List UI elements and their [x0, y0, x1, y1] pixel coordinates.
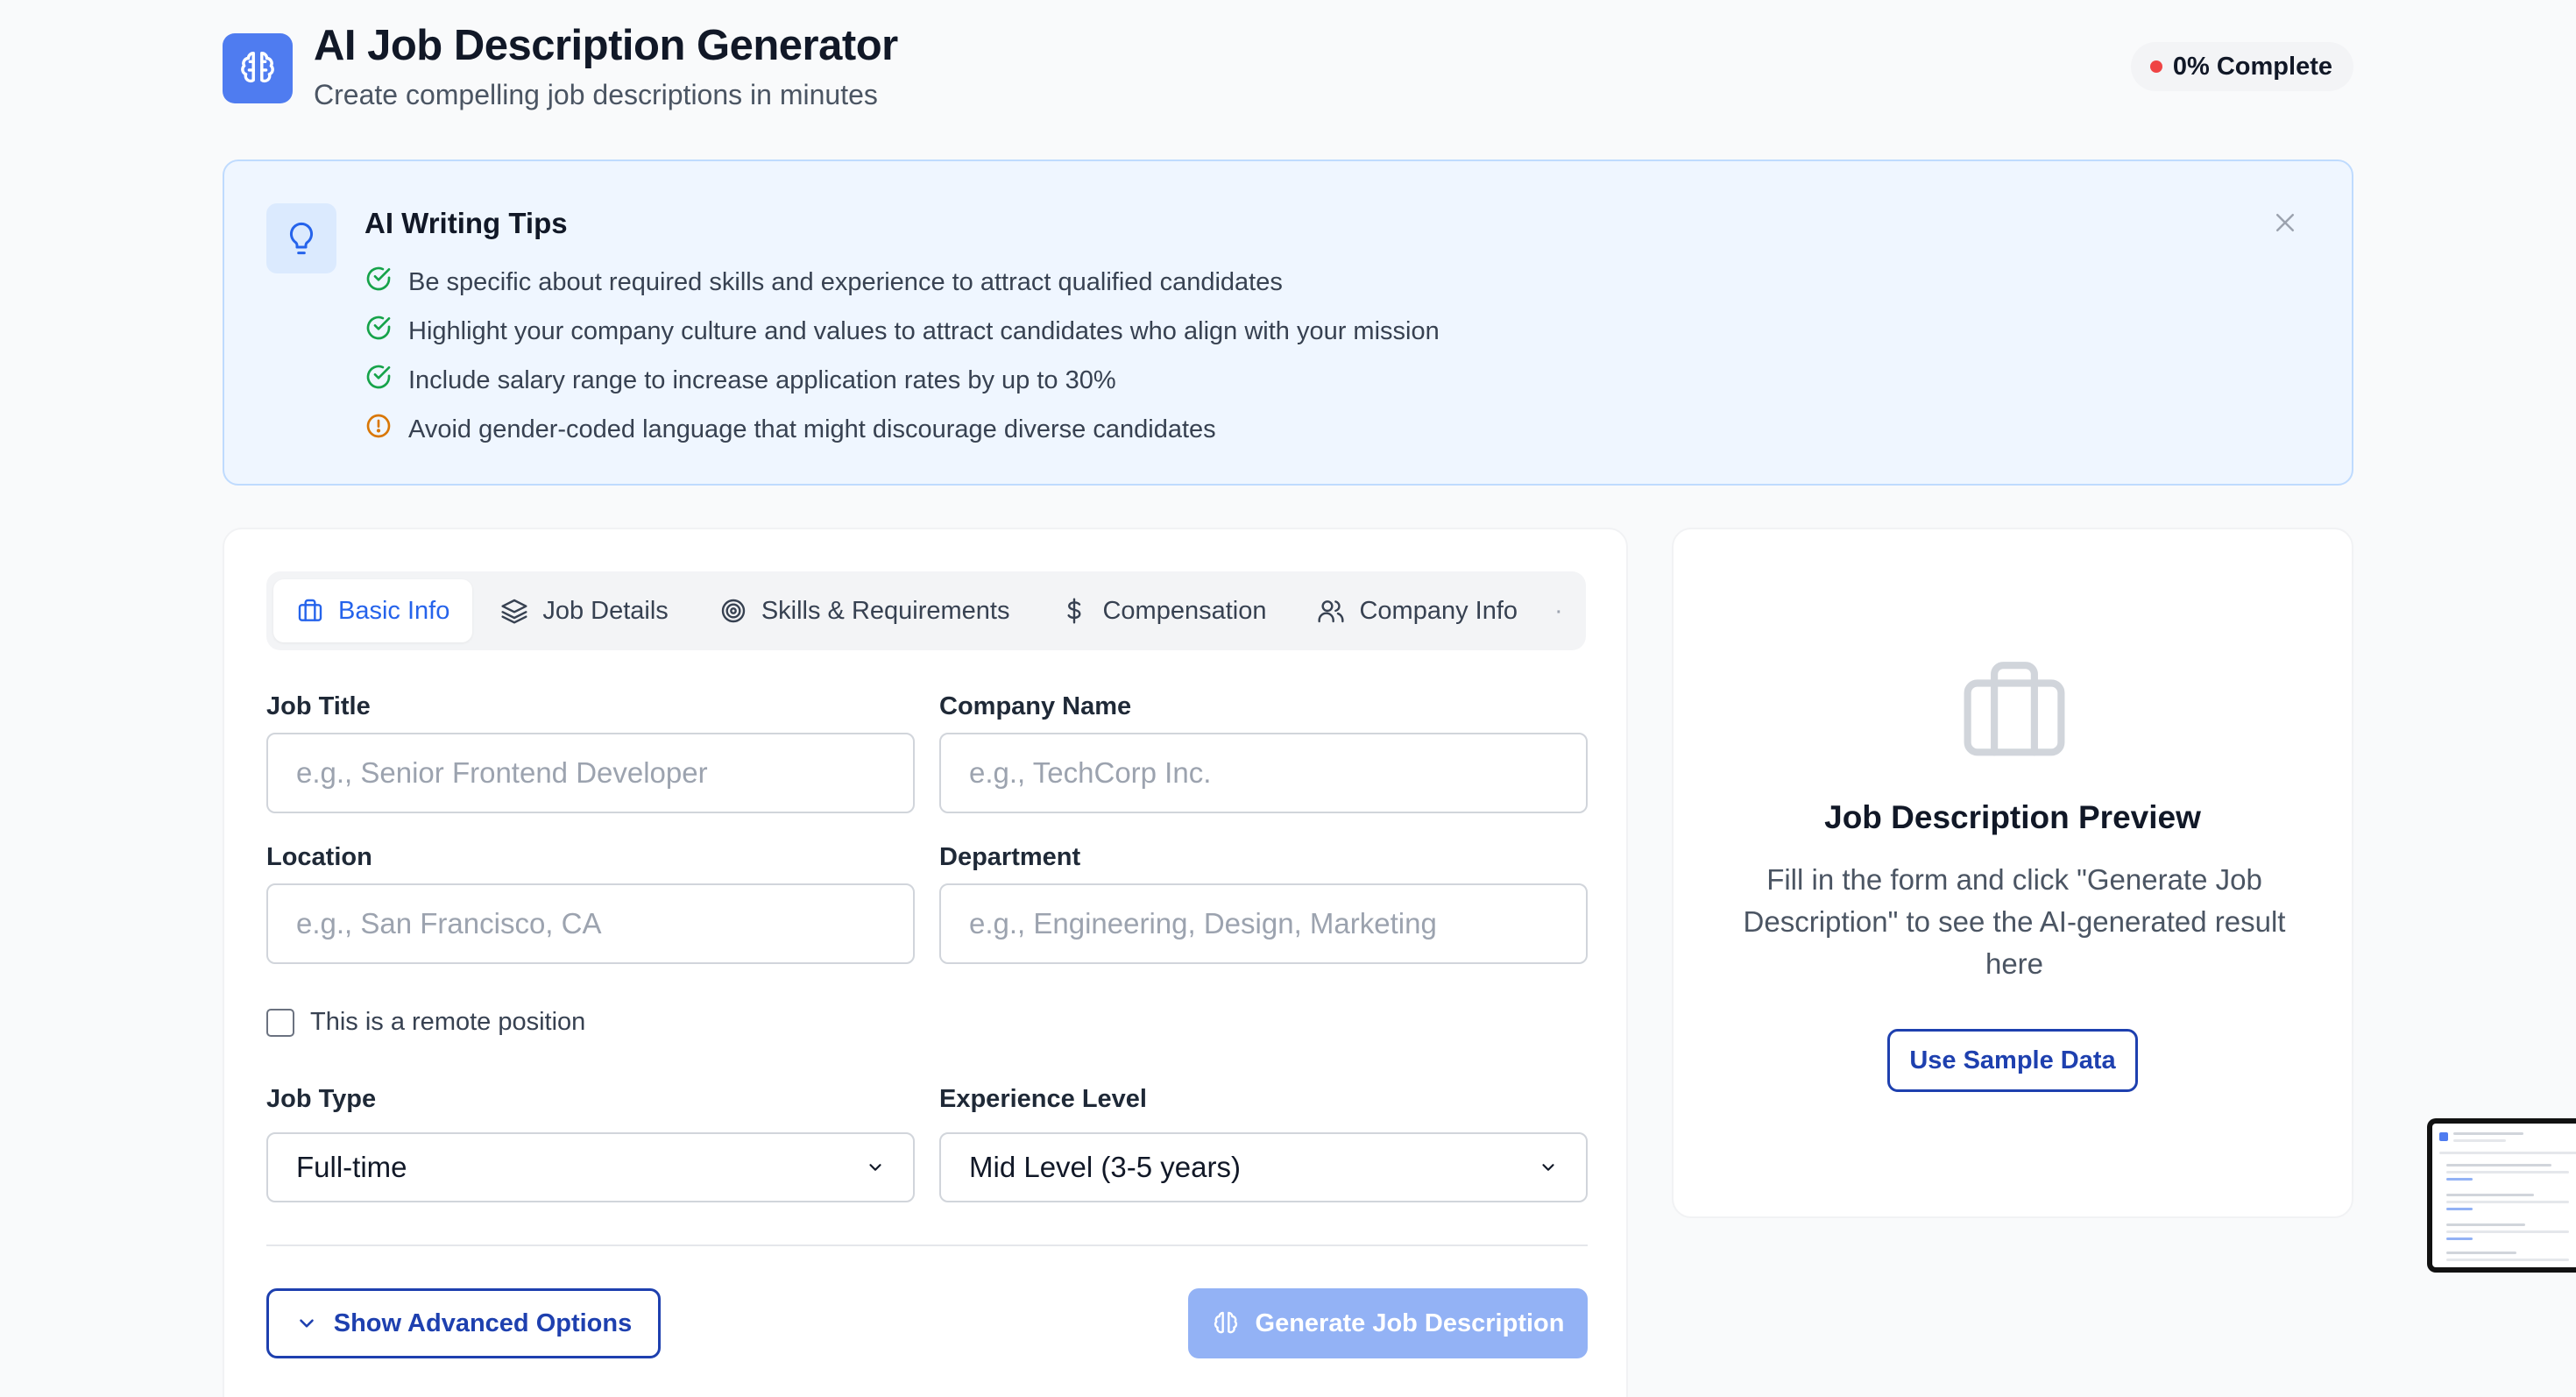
show-advanced-options-button[interactable]: Show Advanced Options: [266, 1288, 661, 1358]
tip-text: Highlight your company culture and value…: [408, 316, 1440, 345]
tab-compensation[interactable]: Compensation: [1037, 579, 1289, 642]
location-label: Location: [266, 843, 372, 871]
dollar-icon: [1067, 598, 1081, 624]
tip-text: Avoid gender-coded language that might d…: [408, 415, 1216, 443]
header: AI Job Description Generator Create comp…: [223, 21, 2353, 119]
tips-title: AI Writing Tips: [364, 207, 568, 239]
preview-description: Fill in the form and click "Generate Job…: [1743, 863, 2286, 980]
form-tabs: Basic Info Job Details Skills & Requirem…: [266, 571, 1586, 650]
job-type-select[interactable]: Full-time: [266, 1132, 915, 1202]
remote-checkbox-row: This is a remote position: [266, 1008, 585, 1037]
tab-label: Job Details: [542, 596, 669, 625]
tab-label: Skills & Requirements: [761, 596, 1010, 625]
lightbulb-icon: [266, 203, 336, 273]
generate-button-label: Generate Job Description: [1255, 1308, 1565, 1337]
check-circle-icon: [364, 314, 393, 349]
status-dot: [2149, 60, 2162, 73]
tip-item: Highlight your company culture and value…: [364, 307, 1440, 356]
tab-basic-info[interactable]: Basic Info: [273, 579, 473, 642]
progress-label: 0% Complete: [2172, 52, 2332, 81]
screenshot-thumbnail[interactable]: [2427, 1118, 2576, 1273]
experience-level-select[interactable]: Mid Level (3-5 years): [939, 1132, 1588, 1202]
thumbnail-preview: [2432, 1124, 2576, 1267]
location-input[interactable]: [266, 883, 915, 964]
preview-title: Job Description Preview: [1824, 799, 2201, 835]
remote-checkbox[interactable]: [266, 1008, 294, 1037]
chevron-down-icon: [299, 1319, 314, 1328]
app-title: AI Job Description Generator: [314, 22, 898, 69]
tips-list: Be specific about required skills and ex…: [364, 258, 1440, 454]
tip-text: Be specific about required skills and ex…: [408, 267, 1283, 296]
remote-checkbox-label: This is a remote position: [310, 1008, 586, 1036]
tab-job-details[interactable]: Job Details: [478, 579, 690, 642]
briefcase-icon: [1961, 661, 2068, 763]
tip-item: Include salary range to increase applica…: [364, 356, 1440, 405]
experience-level-value: Mid Level (3-5 years): [969, 1151, 1241, 1183]
tab-label: Company Info: [1359, 596, 1518, 625]
brain-icon: [1214, 1311, 1237, 1334]
tab-skills-requirements[interactable]: Skills & Requirements: [697, 579, 1033, 642]
company-name-label: Company Name: [939, 692, 1132, 720]
job-form-card: Basic Info Job Details Skills & Requirem…: [223, 528, 1628, 1397]
department-label: Department: [939, 843, 1081, 871]
check-circle-icon: [364, 363, 393, 398]
alert-circle-icon: [364, 412, 393, 447]
briefcase-icon: [298, 599, 322, 621]
use-sample-data-button[interactable]: Use Sample Data: [1887, 1029, 2138, 1092]
tab-company-info[interactable]: Company Info: [1294, 579, 1540, 642]
tabs-overflow-indicator: ·: [1554, 596, 1563, 625]
job-title-label: Job Title: [266, 692, 371, 720]
experience-level-label: Experience Level: [939, 1085, 1147, 1113]
layers-icon: [501, 599, 527, 624]
tab-label: Basic Info: [338, 596, 450, 625]
job-type-value: Full-time: [296, 1151, 407, 1183]
tip-item: Be specific about required skills and ex…: [364, 258, 1440, 307]
generate-job-description-button[interactable]: Generate Job Description: [1188, 1288, 1588, 1358]
department-input[interactable]: [939, 883, 1588, 964]
tips-panel: AI Writing Tips Be specific about requir…: [223, 160, 2353, 486]
app-subtitle: Create compelling job descriptions in mi…: [314, 79, 878, 110]
progress-badge: 0% Complete: [2130, 42, 2353, 91]
app-page: AI Job Description Generator Create comp…: [0, 0, 2576, 1397]
tip-text: Include salary range to increase applica…: [408, 365, 1116, 394]
close-icon: [2276, 214, 2294, 231]
users-icon: [1318, 600, 1345, 623]
close-tips-button[interactable]: [2268, 205, 2303, 240]
tab-label: Compensation: [1102, 596, 1267, 625]
company-name-input[interactable]: [939, 733, 1588, 813]
sample-button-label: Use Sample Data: [1909, 1046, 2116, 1074]
job-type-label: Job Type: [266, 1085, 377, 1113]
chevron-down-icon: [869, 1164, 881, 1171]
form-divider: [266, 1245, 1588, 1246]
chevron-down-icon: [1542, 1164, 1554, 1171]
advanced-options-label: Show Advanced Options: [333, 1308, 633, 1337]
brain-icon: [223, 33, 293, 103]
job-title-input[interactable]: [266, 733, 915, 813]
tip-item: Avoid gender-coded language that might d…: [364, 405, 1440, 454]
target-icon: [721, 599, 746, 623]
check-circle-icon: [364, 265, 393, 300]
preview-card: Job Description Preview Fill in the form…: [1672, 528, 2353, 1218]
